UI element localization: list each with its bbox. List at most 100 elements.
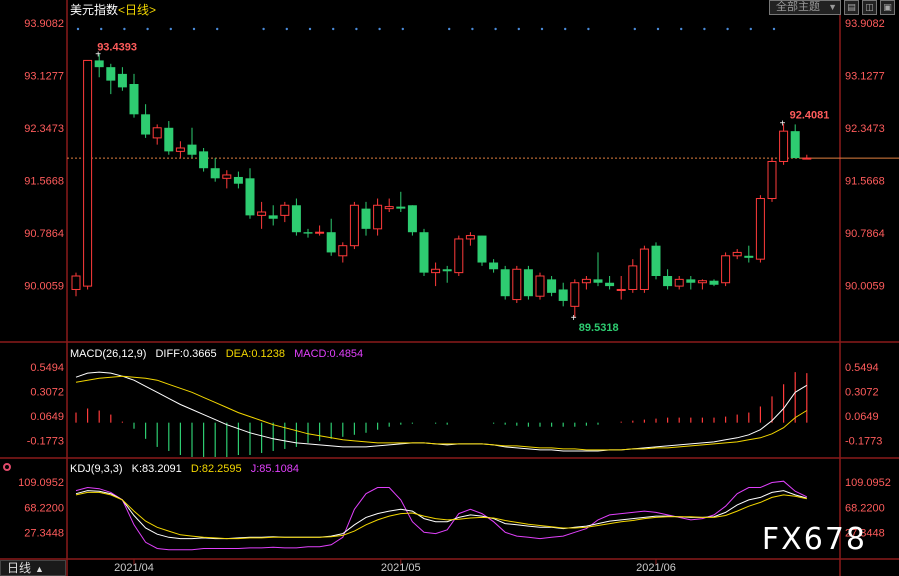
date-label: 2021/05: [381, 562, 421, 574]
kdj-chart: [75, 480, 808, 551]
kdj-tick-label: 109.0952: [845, 477, 891, 489]
kdj-tick-label: 27.3448: [24, 528, 64, 540]
candle-body: [628, 265, 638, 290]
candle-body: [442, 269, 452, 272]
candle-body: [593, 279, 603, 283]
candle-body: [384, 206, 394, 210]
grid-dot: [76, 27, 80, 31]
candle-body: [222, 174, 232, 179]
macd-tick-label: 0.5494: [845, 362, 879, 374]
price-tick-label: 90.7864: [845, 228, 885, 240]
candle-body: [535, 275, 545, 297]
latest-high-label: 92.4081: [790, 110, 830, 122]
d-value: D:82.2595: [190, 463, 242, 475]
candle-body: [755, 198, 765, 260]
candle-body: [315, 231, 325, 234]
candle-body: [291, 205, 301, 233]
settings-icon[interactable]: ▤: [844, 0, 859, 15]
macd-title: MACD(26,12,9): [70, 348, 147, 360]
grid-dot: [401, 27, 404, 31]
candle-body: [477, 235, 487, 263]
axis-labels: 93.9082 93.9082 93.1277 93.1277 92.3473 92.34…: [18, 18, 891, 574]
candle-body: [94, 60, 104, 68]
price-tick-label: 90.7864: [24, 228, 64, 240]
date-label: 2021/04: [114, 562, 154, 574]
macd-tick-label: 0.0649: [845, 411, 879, 423]
watermark-logo: FX678: [761, 522, 867, 557]
grid-dot: [192, 27, 196, 31]
candle-body: [639, 248, 649, 290]
chart-title: 美元指数<日线>: [70, 1, 156, 18]
dea-line: [75, 375, 808, 451]
price-tick-label: 93.9082: [24, 18, 64, 30]
grid-dot: [471, 27, 474, 31]
grid-dot: [123, 27, 126, 31]
candle-body: [581, 278, 591, 284]
candle-body: [396, 206, 406, 209]
price-tick-label: 93.1277: [24, 70, 64, 82]
candle-body: [106, 67, 116, 81]
grid-dot: [448, 27, 451, 31]
period-tab[interactable]: 日线 ▲: [0, 560, 66, 576]
candle-body: [558, 289, 568, 301]
candle-body: [512, 268, 522, 301]
candle-body: [152, 127, 162, 139]
candle-body: [732, 251, 742, 257]
marker-cross: +: [571, 313, 577, 324]
grid-dot: [587, 27, 590, 31]
grid-dot: [656, 27, 660, 31]
topic-select[interactable]: 全部主题 ▼: [769, 0, 841, 15]
candle-body: [767, 160, 777, 200]
candle-body: [71, 275, 81, 290]
diff-value: DIFF:0.3665: [155, 348, 217, 360]
candle-body: [245, 178, 255, 216]
grid-dot: [169, 27, 172, 31]
candle-body: [570, 282, 580, 307]
candle-body: [233, 176, 243, 184]
candle-body: [419, 232, 429, 273]
maximize-icon[interactable]: ▣: [880, 0, 895, 15]
price-tick-label: 93.1277: [845, 70, 885, 82]
restore-icon[interactable]: ◫: [862, 0, 877, 15]
candle-body: [303, 232, 313, 234]
candle-body: [651, 245, 661, 276]
high-label: 93.4393: [97, 41, 137, 53]
price-tick-label: 92.3473: [845, 123, 885, 135]
candle-body: [373, 204, 383, 230]
chevron-down-icon: ▼: [828, 2, 837, 12]
price-tick-label: 90.0059: [845, 281, 885, 293]
candle-body: [465, 235, 475, 240]
candle-body: [431, 268, 441, 274]
macd-tick-label: -0.1773: [845, 436, 882, 448]
kdj-tick-label: 109.0952: [18, 477, 64, 489]
candle-body: [721, 255, 731, 284]
grid-dot: [517, 27, 520, 31]
indicator-marker-icon[interactable]: [3, 463, 11, 471]
price-tick-label: 91.5668: [24, 176, 64, 188]
price-tick-label: 91.5668: [845, 176, 885, 188]
k-value: K:83.2091: [131, 463, 182, 475]
macd-tick-label: 0.5494: [30, 362, 64, 374]
candle-body: [407, 205, 417, 233]
grid-dot: [749, 27, 752, 31]
period-tab-label: 日线: [7, 561, 32, 575]
grid-dot: [378, 27, 381, 31]
candlestick-chart: +93.4393+89.5318+92.4081: [67, 41, 899, 334]
grid-dot: [262, 27, 265, 31]
grid-dot: [726, 27, 729, 31]
candle-body: [697, 280, 707, 284]
grid-dot: [633, 27, 636, 31]
marker-cross: +: [780, 119, 786, 130]
j-line: [75, 480, 808, 551]
price-tick-label: 93.9082: [845, 18, 885, 30]
macd-tick-label: 0.0649: [30, 411, 64, 423]
candle-body: [117, 73, 127, 88]
period-label[interactable]: <日线>: [118, 3, 156, 17]
candle-body: [349, 204, 359, 247]
price-tick-label: 90.0059: [24, 281, 64, 293]
grid-dot: [216, 27, 219, 31]
candle-body: [779, 130, 789, 162]
chart-canvas[interactable]: +93.4393+89.5318+92.4081 93.9082 93.90829…: [0, 0, 899, 576]
candle-body: [175, 147, 185, 152]
candle-body: [674, 278, 684, 287]
